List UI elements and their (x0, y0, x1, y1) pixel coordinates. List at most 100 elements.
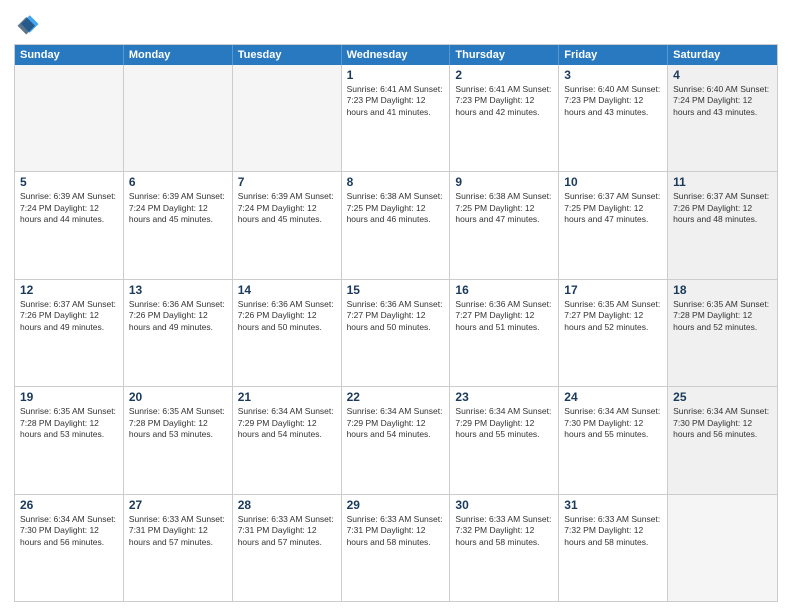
day-info: Sunrise: 6:35 AM Sunset: 7:28 PM Dayligh… (20, 406, 118, 440)
calendar-cell-empty (124, 65, 233, 171)
calendar-cell-9: 9Sunrise: 6:38 AM Sunset: 7:25 PM Daylig… (450, 172, 559, 278)
day-info: Sunrise: 6:41 AM Sunset: 7:23 PM Dayligh… (455, 84, 553, 118)
calendar-cell-empty (233, 65, 342, 171)
calendar-week-3: 12 Sunrise: 6:37 AM Sunset: 7:26 PM Dayli… (15, 279, 777, 386)
logo (14, 10, 46, 38)
calendar-cell-20: 20Sunrise: 6:35 AM Sunset: 7:28 PM Dayli… (124, 387, 233, 493)
day-info: Sunrise: 6:37 AM Sunset: 7:25 PM Dayligh… (564, 191, 662, 225)
day-info: Sunrise: 6:39 AM Sunset: 7:24 PM Dayligh… (20, 191, 118, 225)
calendar-cell-10: 10 Sunrise: 6:37 AM Sunset: 7:25 PM Dayli… (559, 172, 668, 278)
day-number: 3 (564, 68, 662, 82)
day-info: Sunrise: 6:40 AM Sunset: 7:24 PM Dayligh… (673, 84, 772, 118)
day-info: Sunrise: 6:33 AM Sunset: 7:32 PM Dayligh… (455, 514, 553, 548)
day-info: Sunrise: 6:33 AM Sunset: 7:31 PM Dayligh… (129, 514, 227, 548)
calendar-cell-4: 4 Sunrise: 6:40 AM Sunset: 7:24 PM Daylig… (668, 65, 777, 171)
day-info: Sunrise: 6:34 AM Sunset: 7:30 PM Dayligh… (564, 406, 662, 440)
day-number: 30 (455, 498, 553, 512)
calendar-cell-19: 19 Sunrise: 6:35 AM Sunset: 7:28 PM Dayli… (15, 387, 124, 493)
day-info: Sunrise: 6:34 AM Sunset: 7:29 PM Dayligh… (455, 406, 553, 440)
calendar-cell-5: 5 Sunrise: 6:39 AM Sunset: 7:24 PM Daylig… (15, 172, 124, 278)
day-number: 8 (347, 175, 445, 189)
day-info: Sunrise: 6:35 AM Sunset: 7:27 PM Dayligh… (564, 299, 662, 333)
day-number: 14 (238, 283, 336, 297)
header-day-wednesday: Wednesday (342, 45, 451, 65)
day-info: Sunrise: 6:36 AM Sunset: 7:27 PM Dayligh… (455, 299, 553, 333)
day-number: 31 (564, 498, 662, 512)
day-number: 13 (129, 283, 227, 297)
calendar-cell-26: 26 Sunrise: 6:34 AM Sunset: 7:30 PM Dayli… (15, 495, 124, 601)
calendar-cell-12: 12 Sunrise: 6:37 AM Sunset: 7:26 PM Dayli… (15, 280, 124, 386)
day-number: 27 (129, 498, 227, 512)
calendar-cell-3: 3 Sunrise: 6:40 AM Sunset: 7:23 PM Daylig… (559, 65, 668, 171)
day-number: 25 (673, 390, 772, 404)
day-number: 15 (347, 283, 445, 297)
day-info: Sunrise: 6:36 AM Sunset: 7:26 PM Dayligh… (238, 299, 336, 333)
calendar-cell-23: 23 Sunrise: 6:34 AM Sunset: 7:29 PM Dayli… (450, 387, 559, 493)
day-number: 11 (673, 175, 772, 189)
day-number: 22 (347, 390, 445, 404)
day-number: 2 (455, 68, 553, 82)
calendar-header: SundayMondayTuesdayWednesdayThursdayFrid… (15, 45, 777, 65)
header-day-tuesday: Tuesday (233, 45, 342, 65)
calendar-week-5: 26 Sunrise: 6:34 AM Sunset: 7:30 PM Dayli… (15, 494, 777, 601)
day-info: Sunrise: 6:34 AM Sunset: 7:29 PM Dayligh… (238, 406, 336, 440)
calendar-cell-14: 14 Sunrise: 6:36 AM Sunset: 7:26 PM Dayli… (233, 280, 342, 386)
day-info: Sunrise: 6:35 AM Sunset: 7:28 PM Dayligh… (673, 299, 772, 333)
calendar-cell-empty (668, 495, 777, 601)
header-day-sunday: Sunday (15, 45, 124, 65)
day-number: 12 (20, 283, 118, 297)
calendar-week-4: 19 Sunrise: 6:35 AM Sunset: 7:28 PM Dayli… (15, 386, 777, 493)
calendar-cell-2: 2 Sunrise: 6:41 AM Sunset: 7:23 PM Daylig… (450, 65, 559, 171)
calendar-cell-7: 7 Sunrise: 6:39 AM Sunset: 7:24 PM Daylig… (233, 172, 342, 278)
day-info: Sunrise: 6:35 AM Sunset: 7:28 PM Dayligh… (129, 406, 227, 440)
day-info: Sunrise: 6:41 AM Sunset: 7:23 PM Dayligh… (347, 84, 445, 118)
calendar-cell-empty (15, 65, 124, 171)
calendar-cell-29: 29Sunrise: 6:33 AM Sunset: 7:31 PM Dayli… (342, 495, 451, 601)
day-info: Sunrise: 6:37 AM Sunset: 7:26 PM Dayligh… (20, 299, 118, 333)
calendar-cell-11: 11 Sunrise: 6:37 AM Sunset: 7:26 PM Dayli… (668, 172, 777, 278)
calendar-body: 1 Sunrise: 6:41 AM Sunset: 7:23 PM Daylig… (15, 65, 777, 601)
header-day-friday: Friday (559, 45, 668, 65)
calendar-cell-31: 31Sunrise: 6:33 AM Sunset: 7:32 PM Dayli… (559, 495, 668, 601)
day-number: 26 (20, 498, 118, 512)
day-info: Sunrise: 6:38 AM Sunset: 7:25 PM Dayligh… (347, 191, 445, 225)
day-number: 16 (455, 283, 553, 297)
header-day-monday: Monday (124, 45, 233, 65)
day-number: 21 (238, 390, 336, 404)
calendar-cell-1: 1 Sunrise: 6:41 AM Sunset: 7:23 PM Daylig… (342, 65, 451, 171)
logo-icon (14, 10, 42, 38)
calendar-cell-18: 18 Sunrise: 6:35 AM Sunset: 7:28 PM Dayli… (668, 280, 777, 386)
header-day-thursday: Thursday (450, 45, 559, 65)
day-number: 10 (564, 175, 662, 189)
calendar-cell-16: 16 Sunrise: 6:36 AM Sunset: 7:27 PM Dayli… (450, 280, 559, 386)
day-info: Sunrise: 6:36 AM Sunset: 7:27 PM Dayligh… (347, 299, 445, 333)
calendar-cell-15: 15 Sunrise: 6:36 AM Sunset: 7:27 PM Dayli… (342, 280, 451, 386)
page: SundayMondayTuesdayWednesdayThursdayFrid… (0, 0, 792, 612)
day-info: Sunrise: 6:34 AM Sunset: 7:30 PM Dayligh… (20, 514, 118, 548)
day-info: Sunrise: 6:36 AM Sunset: 7:26 PM Dayligh… (129, 299, 227, 333)
day-info: Sunrise: 6:37 AM Sunset: 7:26 PM Dayligh… (673, 191, 772, 225)
day-number: 4 (673, 68, 772, 82)
day-number: 24 (564, 390, 662, 404)
calendar-cell-25: 25 Sunrise: 6:34 AM Sunset: 7:30 PM Dayli… (668, 387, 777, 493)
day-number: 17 (564, 283, 662, 297)
day-number: 5 (20, 175, 118, 189)
day-number: 7 (238, 175, 336, 189)
calendar-cell-28: 28Sunrise: 6:33 AM Sunset: 7:31 PM Dayli… (233, 495, 342, 601)
day-info: Sunrise: 6:34 AM Sunset: 7:30 PM Dayligh… (673, 406, 772, 440)
calendar-cell-24: 24 Sunrise: 6:34 AM Sunset: 7:30 PM Dayli… (559, 387, 668, 493)
calendar-cell-6: 6Sunrise: 6:39 AM Sunset: 7:24 PM Daylig… (124, 172, 233, 278)
calendar-cell-21: 21 Sunrise: 6:34 AM Sunset: 7:29 PM Dayli… (233, 387, 342, 493)
calendar-cell-17: 17 Sunrise: 6:35 AM Sunset: 7:27 PM Dayli… (559, 280, 668, 386)
calendar: SundayMondayTuesdayWednesdayThursdayFrid… (14, 44, 778, 602)
calendar-cell-27: 27 Sunrise: 6:33 AM Sunset: 7:31 PM Dayli… (124, 495, 233, 601)
day-info: Sunrise: 6:39 AM Sunset: 7:24 PM Dayligh… (238, 191, 336, 225)
day-number: 28 (238, 498, 336, 512)
day-number: 19 (20, 390, 118, 404)
day-number: 6 (129, 175, 227, 189)
day-number: 23 (455, 390, 553, 404)
day-number: 1 (347, 68, 445, 82)
day-number: 18 (673, 283, 772, 297)
calendar-week-2: 5 Sunrise: 6:39 AM Sunset: 7:24 PM Daylig… (15, 171, 777, 278)
day-info: Sunrise: 6:40 AM Sunset: 7:23 PM Dayligh… (564, 84, 662, 118)
